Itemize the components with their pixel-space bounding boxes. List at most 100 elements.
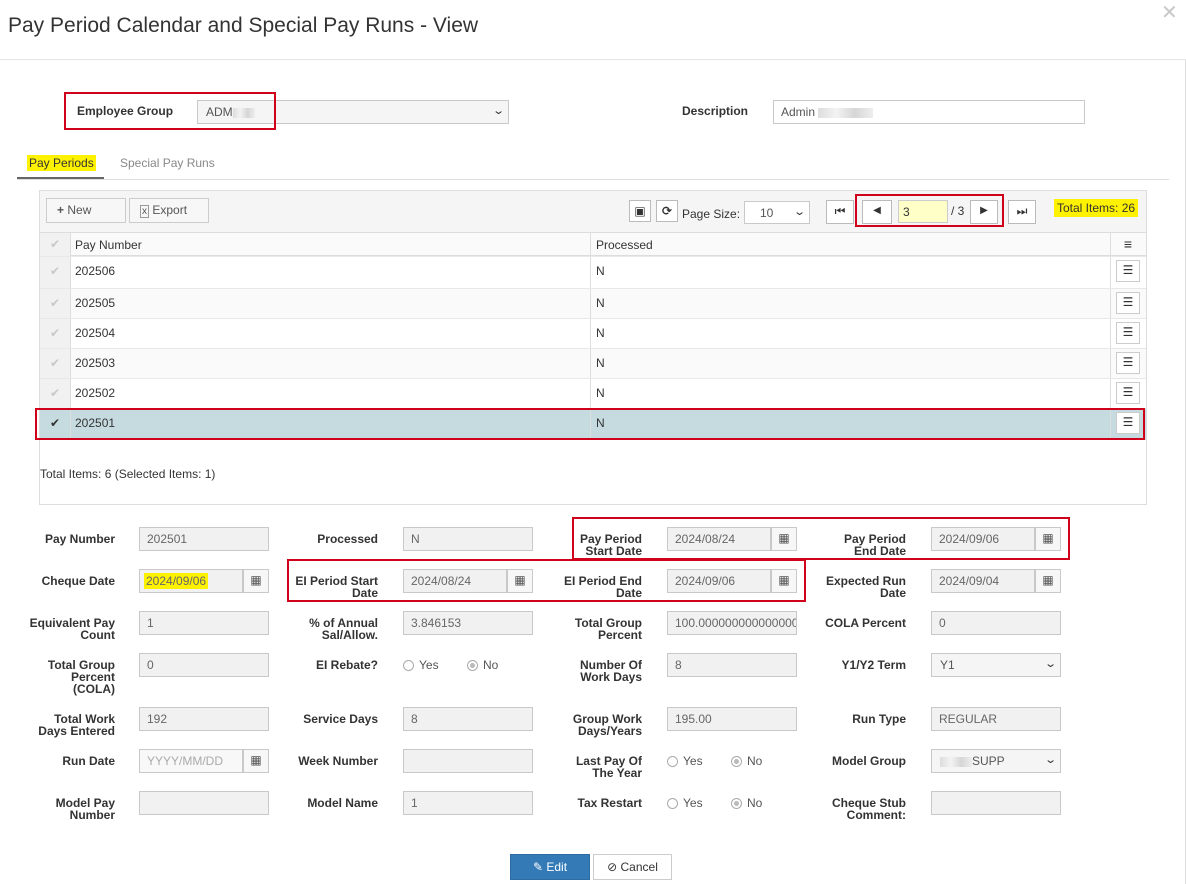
tabs-divider (17, 179, 1169, 180)
select-all-check-icon[interactable]: ✔ (40, 233, 70, 256)
tab-special-pay-runs[interactable]: Special Pay Runs (120, 156, 215, 170)
refresh-icon[interactable]: ⟳ (656, 200, 678, 222)
new-button[interactable]: + New (46, 198, 126, 223)
processed-label: Processed (317, 532, 378, 546)
pay-number-field[interactable]: 202501 (139, 527, 269, 551)
close-icon[interactable]: ✕ (1161, 0, 1178, 25)
total-work-days-field[interactable]: 192 (139, 707, 269, 731)
pay-number-label: Pay Number (44, 532, 115, 546)
edit-button[interactable]: ✎ Edit (510, 854, 590, 880)
row-check-icon[interactable]: ✔ (40, 289, 70, 318)
page-size-select[interactable]: 10 ⌄ (744, 201, 810, 224)
service-days-field[interactable]: 8 (403, 707, 533, 731)
last-pay-yes[interactable]: Yes (667, 754, 703, 768)
cancel-button[interactable]: ⊘ Cancel (593, 854, 672, 880)
ei-rebate-yes[interactable]: Yes (403, 658, 439, 672)
row-menu-icon[interactable]: ☰ (1116, 382, 1140, 404)
last-page-icon[interactable]: ⏭ (1008, 200, 1036, 224)
expected-run-field[interactable]: 2024/09/04 (931, 569, 1035, 593)
run-type-label: Run Type (852, 712, 906, 726)
row-check-icon[interactable]: ✔ (40, 257, 70, 288)
model-pay-label: Model Pay Number (55, 796, 115, 822)
description-field[interactable]: Admin (773, 100, 1085, 124)
week-number-label: Week Number (298, 754, 378, 768)
ei-rebate-no[interactable]: No (467, 658, 498, 672)
description-value: Admin (781, 105, 816, 119)
export-button[interactable]: x Export (129, 198, 209, 223)
total-group-cola-label: Total Group Percent (COLA) (47, 658, 115, 696)
annotation-box-ei-dates (287, 559, 806, 602)
cheque-date-field[interactable]: 2024/09/06 (139, 569, 243, 593)
calendar-icon[interactable]: ▦ (1035, 569, 1061, 593)
group-work-days-field[interactable]: 195.00 (667, 707, 797, 731)
save-icon[interactable]: ▣ (629, 200, 651, 222)
radio-selected-icon (467, 660, 478, 672)
radio-selected-icon (731, 756, 742, 768)
last-pay-no[interactable]: No (731, 754, 762, 768)
header-divider (0, 59, 1186, 60)
total-group-pct-field[interactable]: 100.0000000000000001 (667, 611, 797, 635)
cheque-date-label: Cheque Date (41, 574, 115, 588)
pct-annual-field[interactable]: 3.846153 (403, 611, 533, 635)
service-days-label: Service Days (303, 712, 378, 726)
cell-processed: N (596, 264, 605, 278)
tax-restart-yes[interactable]: Yes (667, 796, 703, 810)
radio-icon (403, 660, 414, 672)
page-size-value: 10 (760, 206, 774, 220)
model-group-label: Model Group (832, 754, 906, 768)
week-number-field[interactable] (403, 749, 533, 773)
model-pay-field[interactable] (139, 791, 269, 815)
new-button-label: New (67, 203, 92, 217)
cell-pay-number: 202503 (75, 356, 116, 370)
column-menu-icon[interactable]: ≡ (1110, 233, 1146, 256)
table-row[interactable]: ✔ 202504 N ☰ (40, 318, 1146, 348)
page-size-label: Page Size: (682, 207, 741, 221)
chevron-down-icon: ⌄ (491, 105, 505, 117)
col-pay-number[interactable]: Pay Number (75, 238, 142, 252)
cell-processed: N (596, 326, 605, 340)
cola-pct-field[interactable]: 0 (931, 611, 1061, 635)
model-name-label: Model Name (307, 796, 378, 810)
cell-pay-number: 202506 (75, 264, 116, 278)
annotation-box-pay-period-dates (572, 517, 1070, 560)
cell-pay-number: 202502 (75, 386, 116, 400)
row-check-icon[interactable]: ✔ (40, 379, 70, 408)
tab-pay-periods[interactable]: Pay Periods (27, 155, 96, 171)
col-processed[interactable]: Processed (596, 238, 653, 252)
radio-icon (667, 798, 678, 810)
processed-field[interactable]: N (403, 527, 533, 551)
radio-selected-icon (731, 798, 742, 810)
row-check-icon[interactable]: ✔ (40, 319, 70, 348)
first-page-icon[interactable]: ⏮ (826, 200, 854, 224)
tax-restart-label: Tax Restart (577, 796, 642, 810)
total-items-label: Total Items: 26 (1054, 199, 1139, 217)
grid-header: ✔ Pay Number Processed ≡ (40, 233, 1146, 256)
table-row[interactable]: ✔ 202502 N ☰ (40, 378, 1146, 408)
row-menu-icon[interactable]: ☰ (1116, 292, 1140, 314)
plus-icon: + (57, 203, 65, 217)
num-work-days-field[interactable]: 8 (667, 653, 797, 677)
tax-restart-no[interactable]: No (731, 796, 762, 810)
y1y2-select[interactable]: Y1 ⌄ (931, 653, 1061, 677)
y1y2-value: Y1 (940, 658, 955, 672)
edit-icon: ✎ (532, 860, 544, 874)
calendar-icon[interactable]: ▦ (243, 569, 269, 593)
cell-processed: N (596, 356, 605, 370)
run-date-field[interactable]: YYYY/MM/DD (139, 749, 243, 773)
run-type-field[interactable]: REGULAR (931, 707, 1061, 731)
total-group-cola-field[interactable]: 0 (139, 653, 269, 677)
row-menu-icon[interactable]: ☰ (1116, 322, 1140, 344)
row-menu-icon[interactable]: ☰ (1116, 260, 1140, 282)
table-row[interactable]: ✔ 202506 N ☰ (40, 256, 1146, 288)
cheque-stub-field[interactable] (931, 791, 1061, 815)
pct-annual-label: % of Annual Sal/Allow. (309, 616, 378, 642)
calendar-icon[interactable]: ▦ (243, 749, 269, 773)
cell-processed: N (596, 386, 605, 400)
table-row[interactable]: ✔ 202503 N ☰ (40, 348, 1146, 378)
model-name-field[interactable]: 1 (403, 791, 533, 815)
table-row[interactable]: ✔ 202505 N ☰ (40, 288, 1146, 318)
row-check-icon[interactable]: ✔ (40, 349, 70, 378)
row-menu-icon[interactable]: ☰ (1116, 352, 1140, 374)
equiv-pay-field[interactable]: 1 (139, 611, 269, 635)
model-group-select[interactable]: SUPP ⌄ (931, 749, 1061, 773)
